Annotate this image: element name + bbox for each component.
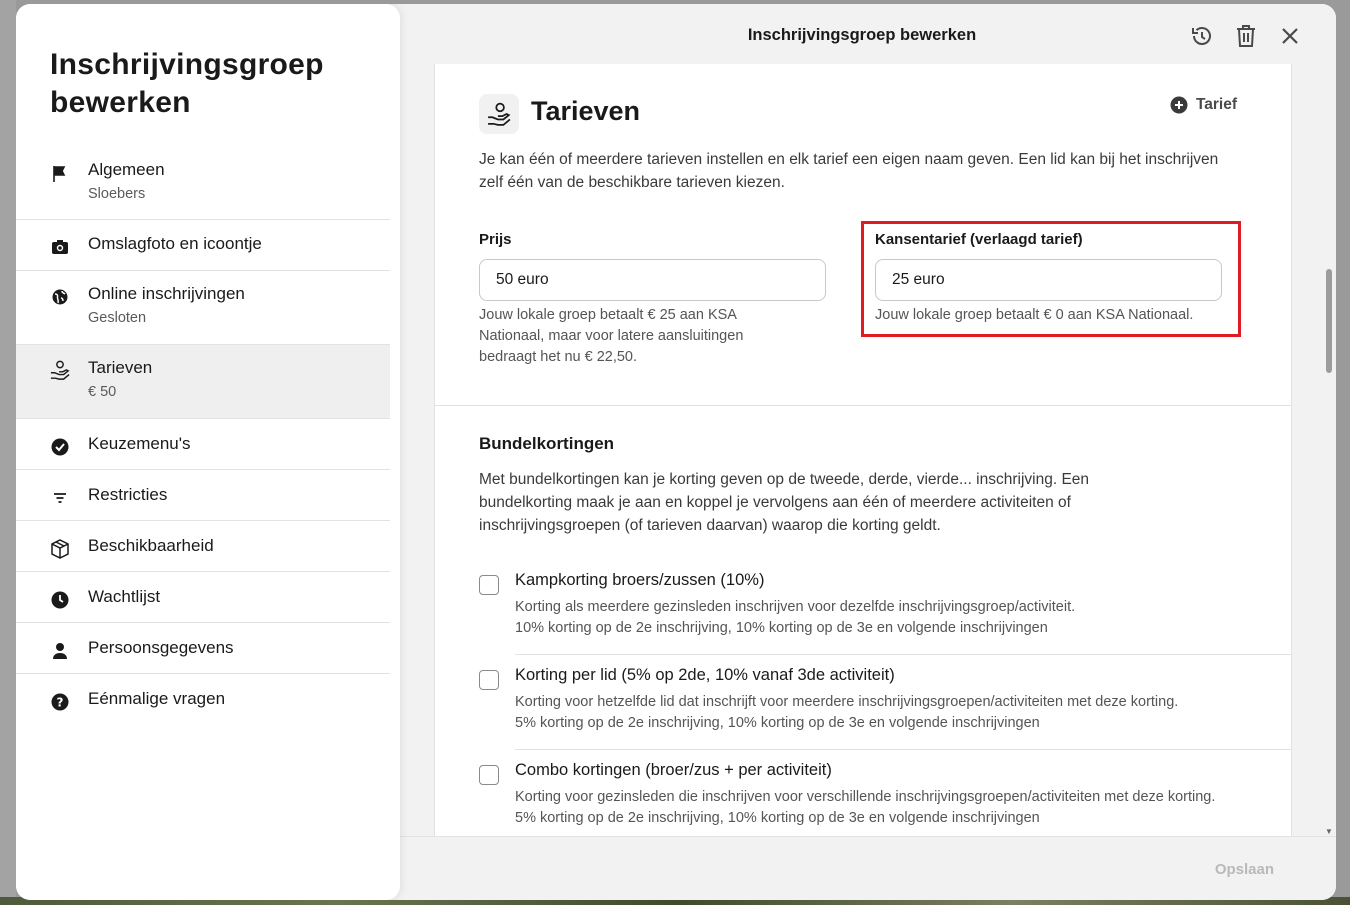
bundle-item[interactable]: Combo kortingen (broer/zus + per activit… xyxy=(479,761,1291,836)
price-label: Prijs xyxy=(479,231,512,248)
bundle-item[interactable]: Korting per lid (5% op 2de, 10% vanaf 3d… xyxy=(479,666,1291,736)
bundle-desc: Korting voor hetzelfde lid dat inschrijf… xyxy=(515,692,1285,734)
close-icon xyxy=(1282,28,1298,44)
sidebar-title: Inschrijvingsgroep bewerken xyxy=(50,48,324,119)
sidebar-item-label: Restricties xyxy=(88,485,168,504)
edit-group-modal: Inschrijvingsgroep bewerken Algemeen Slo… xyxy=(16,4,1336,900)
bundle-separator xyxy=(515,749,1291,750)
bundle-desc: Korting voor gezinsleden die inschrijven… xyxy=(515,787,1235,829)
bundle-desc-line1: Korting als meerdere gezinsleden inschri… xyxy=(515,599,1076,615)
bundles-description: Met bundelkortingen kan je korting geven… xyxy=(479,471,1090,534)
check-circle-icon xyxy=(50,437,70,457)
bundle-desc-line1: Korting voor gezinsleden die inschrijven… xyxy=(515,789,1216,805)
filter-icon xyxy=(50,488,70,508)
bundle-desc-line2: 5% korting op de 2e inschrijving, 10% ko… xyxy=(515,715,1040,731)
svg-text:?: ? xyxy=(57,696,64,710)
sidebar-item-keuzemenus[interactable]: Keuzemenu's xyxy=(16,419,390,470)
user-icon xyxy=(50,641,70,661)
modal-header: Inschrijvingsgroep bewerken xyxy=(400,4,1336,64)
sidebar-item-tarieven[interactable]: Tarieven € 50 xyxy=(16,345,390,419)
sidebar-item-label: Wachtlijst xyxy=(88,587,161,606)
sidebar-item-label: Keuzemenu's xyxy=(88,434,191,453)
section-description: Je kan één of meerdere tarieven instelle… xyxy=(479,151,1219,191)
add-tarief-button[interactable]: Tarief xyxy=(1170,96,1237,114)
sidebar-nav: Algemeen Sloebers Omslagfoto en icoontje… xyxy=(16,148,390,725)
bundle-title: Korting per lid (5% op 2de, 10% vanaf 3d… xyxy=(515,666,895,684)
bundle-title: Kampkorting broers/zussen (10%) xyxy=(515,571,765,589)
sidebar-item-restricties[interactable]: Restricties xyxy=(16,470,390,521)
sidebar-item-sub: Sloebers xyxy=(88,186,146,202)
bundle-desc-line2: 10% korting op de 2e inschrijving, 10% k… xyxy=(515,620,1048,636)
box-icon xyxy=(50,539,70,559)
scrollbar[interactable]: ▼ xyxy=(1324,64,1334,836)
globe-icon xyxy=(50,287,70,307)
header-title: Inschrijvingsgroep bewerken xyxy=(747,26,977,44)
history-button[interactable] xyxy=(1188,22,1216,50)
sidebar-item-sub: Gesloten xyxy=(88,310,147,326)
history-icon xyxy=(1192,27,1211,45)
sidebar-item-beschikbaarheid[interactable]: Beschikbaarheid xyxy=(16,521,390,572)
price-input[interactable]: 50 euro xyxy=(479,259,826,301)
sidebar-item-label: Persoonsgegevens xyxy=(88,638,234,657)
hand-coins-icon xyxy=(488,102,511,126)
sidebar-item-label: Eénmalige vragen xyxy=(88,689,226,708)
sidebar-item-online-inschrijvingen[interactable]: Online inschrijvingen Gesloten xyxy=(16,271,390,345)
plus-circle-icon xyxy=(1170,96,1188,114)
sidebar-item-wachtlijst[interactable]: Wachtlijst xyxy=(16,572,390,623)
modal-footer: Opslaan xyxy=(400,836,1336,900)
sidebar: Inschrijvingsgroep bewerken Algemeen Slo… xyxy=(16,4,400,900)
close-button[interactable] xyxy=(1276,22,1304,50)
scroll-down-arrow-icon[interactable]: ▼ xyxy=(1325,827,1333,836)
scrollbar-thumb[interactable] xyxy=(1326,269,1332,373)
hand-coins-icon xyxy=(50,360,70,380)
sidebar-item-sub: € 50 xyxy=(88,384,117,400)
bundles-title: Bundelkortingen xyxy=(479,434,615,453)
bundle-separator xyxy=(515,654,1291,655)
price-help: Jouw lokale groep betaalt € 25 aan KSA N… xyxy=(479,307,744,365)
trash-icon xyxy=(1237,25,1255,47)
flag-icon xyxy=(50,164,70,184)
bundle-title: Combo kortingen (broer/zus + per activit… xyxy=(515,761,832,779)
section-title: Tarieven xyxy=(531,96,641,126)
add-tarief-label: Tarief xyxy=(1195,96,1237,113)
clock-icon xyxy=(50,590,70,610)
background-strip xyxy=(0,0,16,905)
sidebar-item-label: Online inschrijvingen xyxy=(88,284,245,303)
save-button[interactable]: Opslaan xyxy=(1215,861,1274,878)
sidebar-item-eenmalige-vragen[interactable]: ? Eénmalige vragen xyxy=(16,674,390,725)
bundle-desc-line1: Korting voor hetzelfde lid dat inschrijf… xyxy=(515,694,1179,710)
camera-icon xyxy=(50,237,70,257)
content-panel: Tarieven Tarief Je kan één of meerdere t… xyxy=(434,64,1292,836)
sidebar-item-algemeen[interactable]: Algemeen Sloebers xyxy=(16,148,390,220)
bundle-desc-line2: 5% korting op de 2e inschrijving, 10% ko… xyxy=(515,810,1040,826)
sidebar-item-label: Algemeen xyxy=(88,160,165,179)
section-divider xyxy=(435,405,1291,406)
question-icon: ? xyxy=(50,692,70,712)
sidebar-item-label: Beschikbaarheid xyxy=(88,536,214,555)
bundle-checkbox[interactable] xyxy=(479,575,499,595)
sidebar-item-omslagfoto[interactable]: Omslagfoto en icoontje xyxy=(16,220,390,271)
highlight-box xyxy=(861,221,1241,337)
bundle-desc: Korting als meerdere gezinsleden inschri… xyxy=(515,597,1255,639)
sidebar-item-label: Tarieven xyxy=(88,358,153,377)
bundle-checkbox[interactable] xyxy=(479,765,499,785)
tarieven-section-icon xyxy=(479,94,519,134)
sidebar-item-persoonsgegevens[interactable]: Persoonsgegevens xyxy=(16,623,390,674)
bundle-checkbox[interactable] xyxy=(479,670,499,690)
bundle-item[interactable]: Kampkorting broers/zussen (10%) Korting … xyxy=(479,571,1291,641)
delete-button[interactable] xyxy=(1232,22,1260,50)
sidebar-item-label: Omslagfoto en icoontje xyxy=(88,234,262,253)
